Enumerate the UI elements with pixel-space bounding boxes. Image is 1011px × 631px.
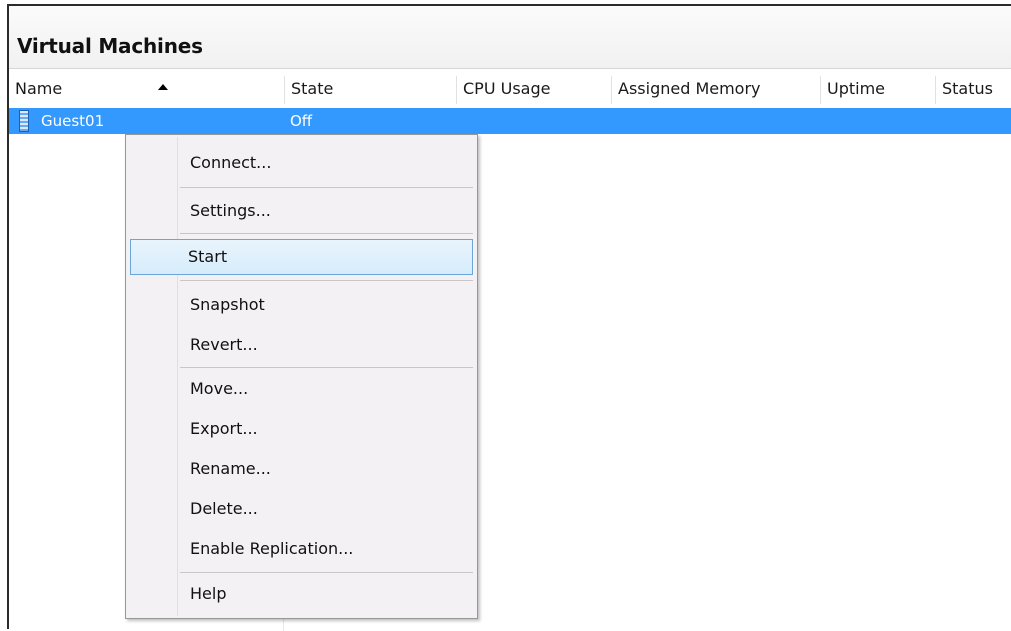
panel-header: Virtual Machines (9, 6, 1011, 69)
menu-item-label: Enable Replication... (190, 539, 354, 558)
menu-item-delete[interactable]: Delete... (128, 491, 475, 527)
menu-item-snapshot[interactable]: Snapshot (128, 287, 475, 323)
virtual-machine-icon (19, 110, 29, 132)
panel-title: Virtual Machines (17, 34, 203, 58)
menu-item-label: Snapshot (190, 295, 265, 314)
menu-item-enable-replication[interactable]: Enable Replication... (128, 531, 475, 567)
menu-item-label: Export... (190, 419, 258, 438)
menu-item-label: Delete... (190, 499, 258, 518)
menu-item-label: Revert... (190, 335, 258, 354)
sort-ascending-icon (158, 84, 168, 90)
menu-item-label: Connect... (190, 153, 272, 172)
vm-name-cell: Guest01 (41, 112, 105, 130)
context-menu: Connect... Settings... Start Snapshot Re… (125, 134, 478, 619)
menu-item-label: Start (188, 247, 228, 266)
column-header-uptime[interactable]: Uptime (821, 72, 936, 106)
menu-separator (180, 572, 473, 573)
menu-item-revert[interactable]: Revert... (128, 327, 475, 363)
menu-item-rename[interactable]: Rename... (128, 451, 475, 487)
menu-separator (180, 280, 473, 281)
menu-item-connect[interactable]: Connect... (128, 145, 475, 181)
vm-state-cell: Off (290, 112, 313, 130)
menu-separator (180, 233, 473, 234)
menu-item-help[interactable]: Help (128, 576, 475, 612)
menu-item-export[interactable]: Export... (128, 411, 475, 447)
menu-item-label: Rename... (190, 459, 271, 478)
menu-item-start[interactable]: Start (130, 239, 473, 275)
table-row-guest01[interactable] (9, 108, 1011, 134)
column-header-state[interactable]: State (285, 72, 457, 106)
column-header-name[interactable]: Name (9, 72, 285, 106)
menu-separator (180, 367, 473, 368)
menu-item-label: Settings... (190, 201, 271, 220)
menu-item-settings[interactable]: Settings... (128, 193, 475, 229)
menu-item-label: Move... (190, 379, 249, 398)
menu-item-label: Help (190, 584, 227, 603)
column-header-status[interactable]: Status (936, 72, 1011, 106)
menu-item-move[interactable]: Move... (128, 371, 475, 407)
menu-separator (180, 187, 473, 188)
column-header-cpu-usage[interactable]: CPU Usage (457, 72, 612, 106)
virtual-machines-panel: Virtual Machines Name State CPU Usage As… (7, 4, 1011, 631)
column-header-assigned-memory[interactable]: Assigned Memory (612, 72, 821, 106)
